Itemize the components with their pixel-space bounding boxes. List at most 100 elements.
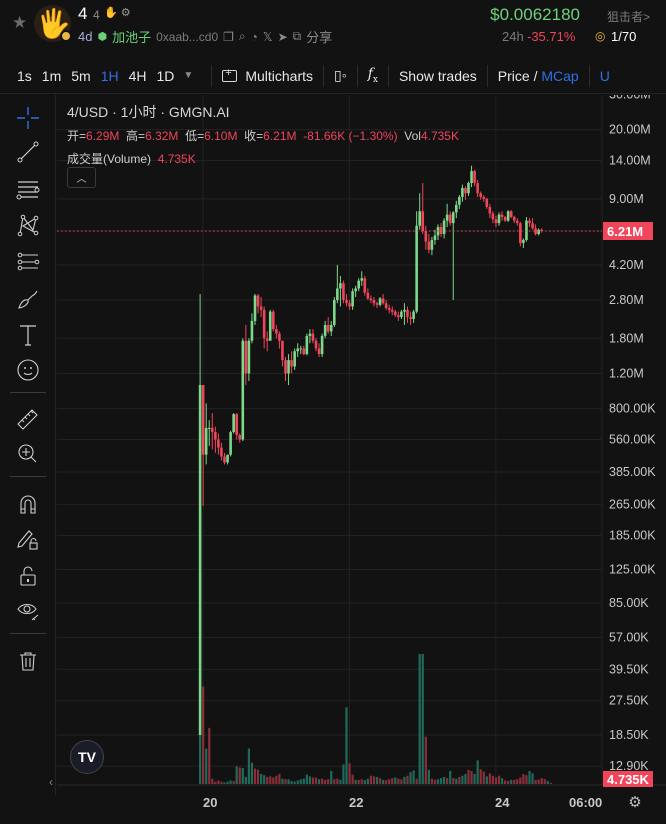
y-tick-label: 2.80M bbox=[609, 293, 644, 307]
candle-body bbox=[528, 220, 531, 224]
scroll-left-icon[interactable]: ‹ bbox=[49, 775, 53, 789]
y-tick-label: 1.80M bbox=[609, 331, 644, 345]
volume-bar bbox=[369, 775, 372, 784]
timeframe-5m[interactable]: 5m bbox=[66, 68, 95, 84]
candle-body bbox=[198, 385, 202, 735]
token-meta-row: 4d ⬢ 加池子 0xaab...cd0 ❐ ⌕ ◔ 𝕏 ➤ ⧉ 分享 bbox=[78, 27, 332, 46]
horizontal-lines-tool[interactable] bbox=[14, 176, 42, 204]
telegram-icon[interactable]: ➤ bbox=[278, 30, 288, 44]
delete-tool[interactable] bbox=[14, 647, 42, 675]
search-icon[interactable]: ⌕ bbox=[239, 29, 246, 44]
collapse-legend-button[interactable]: ︿ bbox=[67, 167, 96, 188]
volume-bar bbox=[531, 773, 534, 784]
candle-body bbox=[491, 213, 495, 220]
indicators-icon[interactable]: fx bbox=[368, 66, 378, 85]
volume-bar bbox=[388, 779, 391, 784]
lock-all-tool[interactable] bbox=[14, 562, 42, 590]
x-icon[interactable]: 𝕏 bbox=[263, 30, 273, 44]
token-name: 4 bbox=[78, 4, 88, 23]
volume-bar bbox=[427, 769, 430, 784]
external-link-icon[interactable]: ⧉ bbox=[293, 29, 302, 44]
share-button[interactable]: 分享 bbox=[306, 27, 332, 46]
hand-tag-icon: ✋ bbox=[104, 7, 118, 19]
candle-body bbox=[534, 228, 537, 234]
trend-line-tool[interactable] bbox=[14, 138, 42, 166]
volume-bar bbox=[467, 769, 470, 784]
candle-body bbox=[204, 427, 208, 455]
chart-icon[interactable]: ◔ bbox=[251, 30, 258, 44]
x-tick-label: 06:00 bbox=[569, 795, 602, 810]
zoom-tool[interactable] bbox=[14, 440, 42, 468]
mcap-toggle[interactable]: MCap bbox=[541, 68, 578, 84]
candle-body bbox=[519, 223, 522, 244]
contract-address[interactable]: 0xaab...cd0 bbox=[156, 30, 218, 44]
open-label: 开= bbox=[67, 129, 87, 143]
tradingview-logo[interactable]: TV bbox=[70, 740, 104, 774]
lock-drawing-tool[interactable] bbox=[14, 525, 42, 553]
volume-bar bbox=[217, 780, 220, 784]
timeframe-1m[interactable]: 1m bbox=[37, 68, 66, 84]
volume-bar bbox=[458, 776, 461, 784]
volume-bar bbox=[473, 773, 476, 784]
volume-bar bbox=[354, 779, 357, 784]
holders-ratio[interactable]: 1/70 bbox=[611, 29, 636, 44]
toolbar-divider bbox=[356, 64, 358, 87]
price-chart[interactable]: 30.00M 20.00M 14.00M 9.00M 4.20M 2.80M 1.80M 1.… bbox=[49, 95, 666, 824]
currency-toggle[interactable]: U bbox=[600, 68, 610, 84]
y-tick-label: 39.50K bbox=[609, 662, 649, 676]
volume-bar bbox=[446, 778, 449, 784]
candle-body bbox=[211, 427, 214, 433]
volume-bar bbox=[455, 778, 458, 784]
price-toggle[interactable]: Price bbox=[498, 68, 530, 84]
emoji-tool[interactable] bbox=[14, 356, 42, 384]
symbol-title[interactable]: 4/USD · 1小时 · GMGN.AI bbox=[67, 102, 459, 122]
chart-canvas[interactable]: 30.00M 20.00M 14.00M 9.00M 4.20M 2.80M 1.80M 1.… bbox=[57, 95, 666, 824]
volume-bar bbox=[375, 776, 379, 784]
pattern-tool[interactable] bbox=[14, 211, 42, 239]
timeframe-dropdown-icon[interactable]: ▼ bbox=[183, 70, 193, 81]
pool-label[interactable]: 加池子 bbox=[112, 27, 151, 46]
timeframe-1d[interactable]: 1D bbox=[152, 68, 180, 84]
timeframe-1s[interactable]: 1s bbox=[12, 68, 37, 84]
timeframe-1h[interactable]: 1H bbox=[96, 68, 124, 84]
candle-body bbox=[375, 303, 379, 305]
visibility-tool[interactable] bbox=[14, 597, 42, 625]
volume-bar bbox=[229, 780, 232, 784]
candle-body bbox=[363, 278, 367, 293]
candle-body bbox=[397, 315, 400, 318]
candle-body bbox=[537, 229, 540, 234]
candle-body bbox=[268, 311, 272, 341]
sniper-link[interactable]: 狙击者> bbox=[607, 8, 650, 25]
volume-bar bbox=[293, 781, 296, 784]
text-tool[interactable] bbox=[14, 321, 42, 349]
timeframe-4h[interactable]: 4H bbox=[124, 68, 152, 84]
candle-body bbox=[445, 214, 449, 221]
candle-body bbox=[272, 311, 275, 330]
volume-study-label[interactable]: 成交量(Volume) bbox=[67, 152, 151, 166]
copy-icon[interactable]: ❐ bbox=[223, 30, 234, 44]
candle-body bbox=[339, 283, 342, 289]
current-price: $0.0062180 bbox=[490, 5, 580, 24]
show-trades-button[interactable]: Show trades bbox=[399, 68, 477, 84]
chart-settings-button[interactable]: ⚙ bbox=[625, 792, 645, 812]
volume-bar bbox=[378, 778, 382, 784]
magnet-tool[interactable] bbox=[14, 490, 42, 518]
brush-tool[interactable] bbox=[14, 285, 42, 313]
star-icon[interactable]: ★ bbox=[12, 14, 30, 32]
chain-badge-icon bbox=[60, 30, 72, 42]
volume-bar bbox=[497, 775, 501, 784]
tool-divider bbox=[10, 633, 46, 634]
trash-icon bbox=[20, 652, 36, 671]
candle-body bbox=[430, 239, 434, 250]
crosshair-tool[interactable] bbox=[14, 104, 42, 132]
candle-body bbox=[485, 198, 489, 207]
measure-tool[interactable] bbox=[14, 405, 42, 433]
volume-bar bbox=[256, 769, 260, 784]
close-label: 收= bbox=[244, 129, 264, 143]
fib-tool[interactable] bbox=[14, 248, 42, 276]
candle-body bbox=[522, 239, 525, 244]
y-tick-label: 14.00M bbox=[609, 154, 651, 168]
multicharts-button[interactable]: Multicharts bbox=[245, 68, 313, 84]
candle-type-icon[interactable]: ▯◦ bbox=[334, 67, 347, 84]
volume-bar bbox=[430, 778, 433, 784]
